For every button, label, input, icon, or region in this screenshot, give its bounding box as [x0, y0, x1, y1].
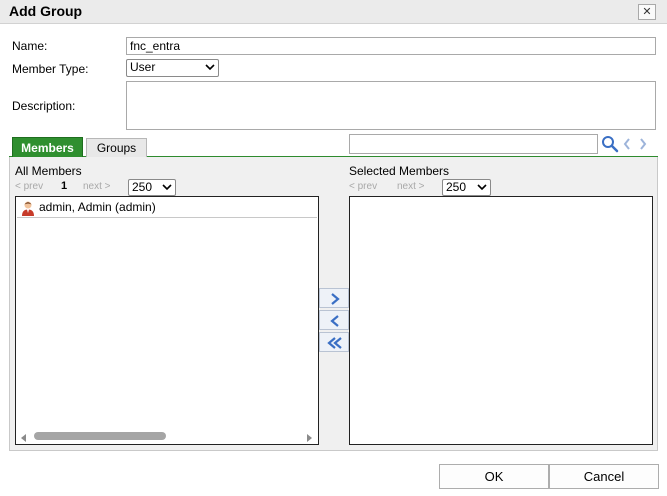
selected-members-page-size-select[interactable]: 250	[442, 179, 491, 196]
member-type-select[interactable]: User	[126, 59, 219, 77]
search-input[interactable]	[349, 134, 598, 154]
search-prev-icon[interactable]	[622, 137, 632, 151]
selected-members-page-size-value: 250	[446, 180, 467, 194]
close-button[interactable]: ✕	[638, 4, 656, 20]
all-members-current-page: 1	[61, 180, 68, 192]
close-icon: ✕	[642, 6, 652, 18]
all-members-list[interactable]	[15, 196, 319, 445]
all-members-heading: All Members	[15, 164, 82, 178]
name-label: Name:	[12, 39, 48, 53]
list-item-label: admin, Admin (admin)	[39, 200, 156, 214]
tab-members[interactable]: Members	[12, 137, 83, 158]
cancel-button[interactable]: Cancel	[549, 464, 659, 489]
double-chevron-left-icon	[326, 336, 344, 353]
selected-members-list[interactable]	[349, 196, 653, 445]
name-input[interactable]: fnc_entra	[126, 37, 656, 55]
selected-members-next-link[interactable]: next >	[397, 181, 425, 192]
chevron-down-icon	[205, 60, 215, 80]
list-item[interactable]: admin, Admin (admin)	[17, 198, 317, 218]
ok-button[interactable]: OK	[439, 464, 549, 489]
tab-groups[interactable]: Groups	[86, 138, 147, 157]
selected-members-prev-link[interactable]: < prev	[349, 181, 377, 192]
search-icon[interactable]	[601, 135, 619, 153]
search-next-icon[interactable]	[638, 137, 648, 151]
remove-selected-button[interactable]	[319, 310, 349, 330]
remove-all-button[interactable]	[319, 332, 349, 352]
dialog-titlebar	[0, 0, 667, 24]
add-selected-button[interactable]	[319, 288, 349, 308]
chevron-right-icon	[329, 292, 341, 309]
description-textarea[interactable]	[126, 81, 656, 130]
horizontal-scrollbar-thumb[interactable]	[34, 432, 166, 440]
dialog-title: Add Group	[9, 3, 83, 19]
all-members-prev-link[interactable]: < prev	[15, 181, 43, 192]
chevron-left-icon	[329, 314, 341, 331]
name-input-value: fnc_entra	[130, 39, 181, 53]
scroll-left-icon[interactable]	[20, 432, 28, 442]
member-type-label: Member Type:	[12, 62, 89, 76]
all-members-next-link[interactable]: next >	[83, 181, 111, 192]
selected-members-heading: Selected Members	[349, 164, 450, 178]
member-type-value: User	[130, 60, 156, 74]
all-members-page-size-value: 250	[132, 180, 153, 194]
description-label: Description:	[12, 99, 76, 113]
scroll-right-icon[interactable]	[305, 432, 313, 442]
user-avatar-icon	[20, 200, 36, 216]
all-members-page-size-select[interactable]: 250	[128, 179, 176, 196]
